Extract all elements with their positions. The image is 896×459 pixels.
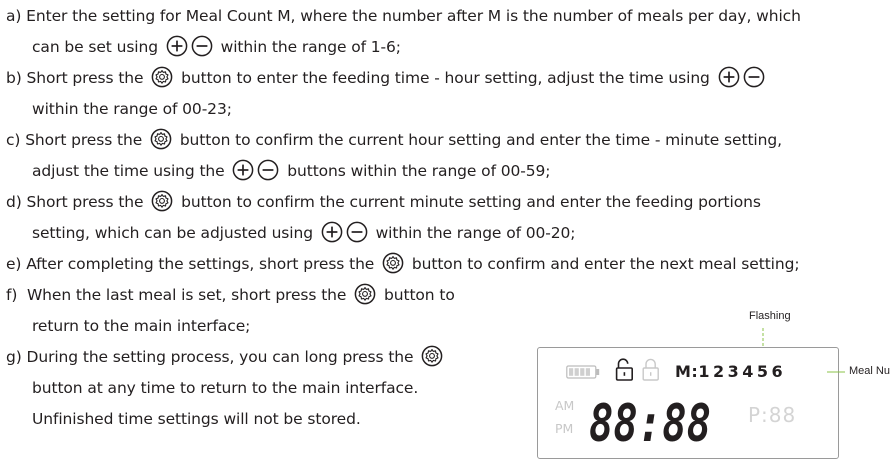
minus-button-icon [346, 221, 368, 243]
plus-button-icon [166, 35, 188, 57]
time-readout: 88:88 [589, 394, 711, 446]
step-e-line-1: e) After completing the settings, short … [6, 251, 800, 277]
step-b-text-3: within the range of 00-23; [32, 100, 232, 118]
locked-icon [642, 358, 659, 381]
step-g-text-2: button at any time to return to the main… [32, 379, 419, 397]
minus-button-icon [191, 35, 213, 57]
step-d-line-1: d) Short press the button to confirm the… [6, 189, 761, 215]
plus-button-icon [321, 221, 343, 243]
plus-minus-icons [166, 38, 213, 56]
portions-readout: P:88 [748, 403, 797, 427]
meal-number-leader-line [827, 371, 845, 373]
step-g-line-2: button at any time to return to the main… [32, 375, 418, 401]
step-c-text-2: button to confirm the current hour setti… [179, 131, 782, 149]
step-f-text: f) When the last meal is set, short pres… [6, 286, 347, 304]
step-b-text-2: button to enter the feeding time - hour … [181, 69, 710, 87]
settings-button-icon [151, 190, 173, 212]
step-d-text-4: within the range of 00-20; [375, 224, 576, 242]
settings-button-icon [421, 345, 443, 367]
step-a-line-1: a) Enter the setting for Meal Count M, w… [6, 3, 801, 29]
step-d-text: d) Short press the [6, 193, 144, 211]
pm-indicator: PM [555, 421, 574, 436]
plus-minus-icons [232, 162, 279, 180]
step-b-line-2: within the range of 00-23; [32, 96, 232, 122]
step-a-text-2: can be set using [32, 38, 158, 56]
step-f-text-3: return to the main interface; [32, 317, 251, 335]
settings-button-icon [354, 283, 376, 305]
step-a-text-3: within the range of 1-6; [220, 38, 401, 56]
plus-minus-icons [321, 224, 368, 242]
step-f-text-2: button to [384, 286, 455, 304]
step-c-text: c) Short press the [6, 131, 143, 149]
step-c-line-1: c) Short press the button to confirm the… [6, 127, 782, 153]
meal-prefix: M: [675, 362, 699, 381]
step-f-line-1: f) When the last meal is set, short pres… [6, 282, 455, 308]
unlocked-icon [615, 358, 634, 381]
step-c-text-3: adjust the time using the [32, 162, 225, 180]
step-b-text: b) Short press the [6, 69, 144, 87]
settings-button-icon [382, 252, 404, 274]
settings-button-icon [151, 66, 173, 88]
step-b-line-1: b) Short press the button to enter the f… [6, 65, 768, 91]
minus-button-icon [257, 159, 279, 181]
plus-button-icon [718, 66, 740, 88]
step-c-line-2: adjust the time using the buttons within… [32, 158, 551, 184]
plus-minus-icons [718, 69, 765, 87]
step-c-text-4: buttons within the range of 00-59; [287, 162, 551, 180]
step-e-text: e) After completing the settings, short … [6, 255, 375, 273]
step-g-line-3: Unfinished time settings will not be sto… [32, 406, 361, 432]
step-d-text-3: setting, which can be adjusted using [32, 224, 313, 242]
meal-digits: 123456 [698, 362, 787, 381]
step-g-line-1: g) During the setting process, you can l… [6, 344, 446, 370]
meal-number-label: Meal Nu [849, 365, 890, 377]
plus-button-icon [232, 159, 254, 181]
step-f-line-2: return to the main interface; [32, 313, 250, 339]
step-d-text-2: button to confirm the current minute set… [181, 193, 761, 211]
time-digits: 88:88 [589, 394, 711, 446]
step-g-text-3: Unfinished time settings will not be sto… [32, 410, 361, 428]
am-indicator: AM [555, 398, 575, 413]
step-a-line-2: can be set using within the range of 1-6… [32, 34, 401, 60]
battery-icon [566, 365, 600, 379]
flashing-label: Flashing [749, 310, 791, 322]
step-g-text: g) During the setting process, you can l… [6, 348, 414, 366]
settings-button-icon [150, 128, 172, 150]
meal-count-readout: M:123456 [675, 362, 786, 381]
step-d-line-2: setting, which can be adjusted using wit… [32, 220, 576, 246]
step-e-text-2: button to confirm and enter the next mea… [411, 255, 800, 273]
step-a-text: a) Enter the setting for Meal Count M, w… [6, 7, 801, 25]
minus-button-icon [743, 66, 765, 88]
